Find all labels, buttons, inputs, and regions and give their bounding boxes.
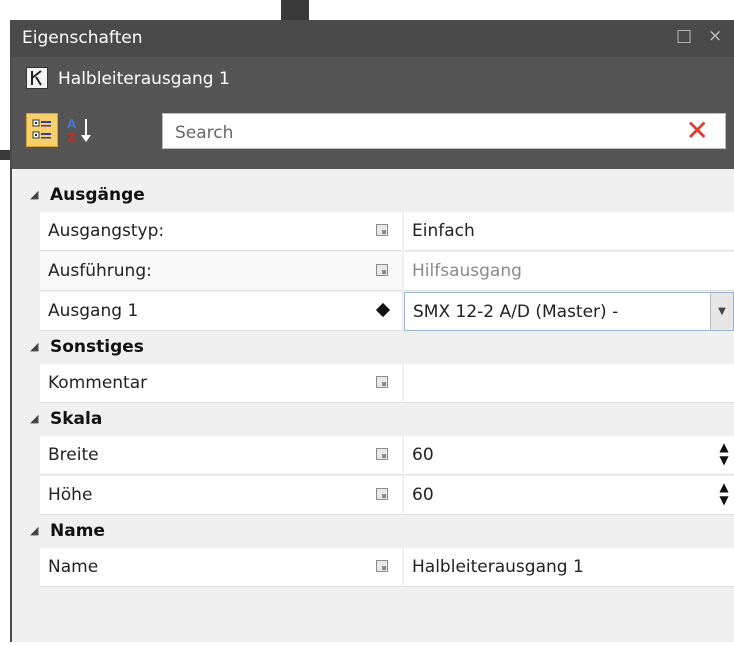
- panel-titlebar: Eigenschaften □ ×: [12, 20, 734, 57]
- svg-text:Z: Z: [67, 131, 76, 145]
- property-value-source-icon[interactable]: [376, 560, 390, 574]
- property-toolbar: A Z ✕: [12, 101, 734, 169]
- property-value-cell[interactable]: Halbleiterausgang 1: [404, 548, 734, 587]
- category-title: Skala: [50, 409, 103, 429]
- property-value-cell[interactable]: 60 ▲ ▼: [404, 476, 734, 515]
- property-row[interactable]: Höhe 60 ▲ ▼: [40, 476, 734, 516]
- collapse-triangle-icon[interactable]: ◢: [30, 340, 38, 353]
- output-dropdown[interactable]: SMX 12-2 A/D (Master) - ▼: [404, 292, 734, 331]
- object-name: Halbleiterausgang 1: [58, 69, 230, 89]
- property-label: Ausgangstyp:: [48, 221, 165, 241]
- search-input[interactable]: [173, 120, 657, 146]
- categorized-view-button[interactable]: [26, 113, 58, 147]
- category-title: Ausgänge: [50, 185, 145, 205]
- alphabetical-sort-button[interactable]: A Z: [64, 113, 96, 147]
- property-label: Breite: [48, 445, 99, 465]
- dropdown-value[interactable]: SMX 12-2 A/D (Master) -: [413, 302, 618, 322]
- property-value-cell[interactable]: 60 ▲ ▼: [404, 436, 734, 475]
- category-title: Name: [50, 521, 105, 541]
- collapse-triangle-icon[interactable]: ◢: [30, 188, 38, 201]
- property-value-source-icon[interactable]: [376, 224, 390, 238]
- property-label: Höhe: [48, 485, 93, 505]
- restore-icon[interactable]: □: [676, 26, 692, 46]
- category-ausgaenge[interactable]: ◢ Ausgänge: [12, 180, 734, 212]
- property-name-cell: Ausgangstyp:: [40, 212, 402, 251]
- category-sonstiges[interactable]: ◢ Sonstiges: [12, 332, 734, 364]
- property-value-source-icon[interactable]: [376, 264, 390, 278]
- property-row[interactable]: Name Halbleiterausgang 1: [40, 548, 734, 588]
- property-value-source-icon[interactable]: [376, 376, 390, 390]
- property-value-cell[interactable]: SMX 12-2 A/D (Master) - ▼: [404, 292, 734, 331]
- property-row[interactable]: Ausführung: Hilfsausgang: [40, 252, 734, 292]
- search-box[interactable]: ✕: [162, 113, 726, 149]
- property-value-source-icon[interactable]: [376, 448, 390, 462]
- spinner-arrows-icon[interactable]: ▲ ▼: [718, 481, 730, 507]
- svg-text:A: A: [67, 117, 77, 131]
- property-row[interactable]: Breite 60 ▲ ▼: [40, 436, 734, 476]
- property-name-cell: Ausgang 1: [40, 292, 402, 331]
- property-row[interactable]: Ausgang 1 SMX 12-2 A/D (Master) - ▼: [40, 292, 734, 332]
- property-name-cell: Breite: [40, 436, 402, 475]
- close-icon[interactable]: ×: [708, 26, 722, 46]
- property-name-cell: Name: [40, 548, 402, 587]
- diamond-indicator-icon[interactable]: [375, 302, 391, 318]
- category-skala[interactable]: ◢ Skala: [12, 404, 734, 436]
- property-value[interactable]: Halbleiterausgang 1: [412, 557, 584, 577]
- panel-title: Eigenschaften: [22, 28, 143, 48]
- property-row[interactable]: Kommentar: [40, 364, 734, 404]
- object-header: Halbleiterausgang 1: [12, 57, 734, 101]
- property-label: Ausgang 1: [48, 301, 139, 321]
- property-label: Kommentar: [48, 373, 148, 393]
- property-value: Hilfsausgang: [412, 261, 522, 281]
- collapse-triangle-icon[interactable]: ◢: [30, 524, 38, 537]
- property-value-cell[interactable]: Einfach: [404, 212, 734, 251]
- property-value-source-icon[interactable]: [376, 488, 390, 502]
- clear-x-icon[interactable]: ✕: [686, 116, 709, 146]
- property-value-cell: Hilfsausgang: [404, 252, 734, 291]
- category-name[interactable]: ◢ Name: [12, 516, 734, 548]
- property-value-cell[interactable]: [404, 364, 734, 403]
- spinner-arrows-icon[interactable]: ▲ ▼: [718, 441, 730, 467]
- chevron-down-icon[interactable]: ▼: [710, 293, 733, 330]
- property-name-cell: Höhe: [40, 476, 402, 515]
- background-window-edge: [281, 0, 309, 20]
- category-title: Sonstiges: [50, 337, 144, 357]
- relay-output-icon: [26, 67, 48, 89]
- categorized-view-icon: [32, 119, 51, 139]
- properties-panel: Eigenschaften □ × Halbleiterausgang 1 A …: [10, 20, 734, 642]
- property-value[interactable]: Einfach: [412, 221, 475, 241]
- property-label: Ausführung:: [48, 261, 152, 281]
- property-name-cell: Ausführung:: [40, 252, 402, 291]
- property-value[interactable]: 60: [412, 445, 434, 465]
- property-label: Name: [48, 557, 99, 577]
- background-window-edge: [0, 150, 10, 160]
- collapse-triangle-icon[interactable]: ◢: [30, 412, 38, 425]
- property-value[interactable]: 60: [412, 485, 434, 505]
- sort-az-icon: A Z: [67, 117, 91, 145]
- property-row[interactable]: Ausgangstyp: Einfach: [40, 212, 734, 252]
- property-name-cell: Kommentar: [40, 364, 402, 403]
